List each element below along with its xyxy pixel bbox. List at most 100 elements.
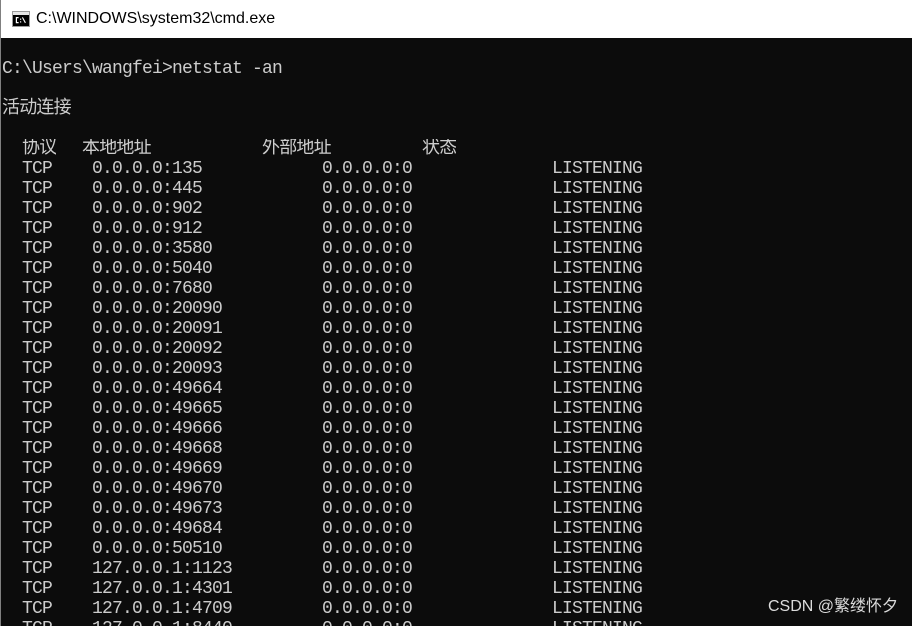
local-address-cell: 0.0.0.0:49684 <box>92 519 223 539</box>
local-address-cell: 0.0.0.0:49666 <box>92 419 223 439</box>
protocol-cell: TCP <box>22 299 53 319</box>
state-cell: LISTENING <box>552 179 643 199</box>
state-cell: LISTENING <box>552 399 643 419</box>
local-address-cell: 0.0.0.0:20093 <box>92 359 223 379</box>
protocol-cell: TCP <box>22 239 53 259</box>
protocol-cell: TCP <box>22 359 53 379</box>
local-address-cell: 127.0.0.1:4709 <box>92 599 233 619</box>
cmd-icon[interactable] <box>12 11 30 27</box>
local-address-cell: 0.0.0.0:49665 <box>92 399 223 419</box>
column-header-protocol: 协议 <box>22 139 57 159</box>
connection-row: TCP 0.0.0.0:49666 0.0.0.0:0 LISTENING <box>2 419 912 439</box>
window-title: C:\WINDOWS\system32\cmd.exe <box>36 10 276 27</box>
prompt: C:\Users\wangfei> <box>2 59 173 79</box>
protocol-cell: TCP <box>22 179 53 199</box>
connection-row: TCP 0.0.0.0:5040 0.0.0.0:0 LISTENING <box>2 259 912 279</box>
column-header-foreign-address: 外部地址 <box>262 139 331 159</box>
connection-row: TCP 0.0.0.0:135 0.0.0.0:0 LISTENING <box>2 159 912 179</box>
state-cell: LISTENING <box>552 219 643 239</box>
foreign-address-cell: 0.0.0.0:0 <box>322 599 413 619</box>
protocol-cell: TCP <box>22 619 52 626</box>
local-address-cell: 0.0.0.0:902 <box>92 199 203 219</box>
local-address-cell: 0.0.0.0:49664 <box>92 379 223 399</box>
connection-row: TCP 0.0.0.0:20093 0.0.0.0:0 LISTENING <box>2 359 912 379</box>
foreign-address-cell: 0.0.0.0:0 <box>322 419 413 439</box>
foreign-address-cell: 0.0.0.0:0 <box>322 199 413 219</box>
local-address-cell: 0.0.0.0:912 <box>92 219 203 239</box>
protocol-cell: TCP <box>22 259 53 279</box>
foreign-address-cell: 0.0.0.0:0 <box>322 279 413 299</box>
state-cell: LISTENING <box>552 459 643 479</box>
connection-table: TCP 0.0.0.0:135 0.0.0.0:0 LISTENING TCP 0.0.0… <box>2 159 912 626</box>
connection-row: TCP 0.0.0.0:49669 0.0.0.0:0 LISTENING <box>2 459 912 479</box>
foreign-address-cell: 0.0.0.0:0 <box>322 459 413 479</box>
state-cell: LISTENING <box>552 499 643 519</box>
connection-row: TCP 0.0.0.0:902 0.0.0.0:0 LISTENING <box>2 199 912 219</box>
cmd-window: C:\WINDOWS\system32\cmd.exe C:\Users\wan… <box>0 0 912 626</box>
connection-row: TCP 0.0.0.0:49665 0.0.0.0:0 LISTENING <box>2 399 912 419</box>
connection-row: TCP 0.0.0.0:20090 0.0.0.0:0 LISTENING <box>2 299 912 319</box>
foreign-address-cell: 0.0.0.0:0 <box>322 339 413 359</box>
state-cell: LISTENING <box>552 479 643 499</box>
local-address-cell: 0.0.0.0:49670 <box>92 479 223 499</box>
local-address-cell: 0.0.0.0:50510 <box>92 539 223 559</box>
protocol-cell: TCP <box>22 439 53 459</box>
local-address-cell: 0.0.0.0:20091 <box>92 319 223 339</box>
connection-row: TCP 0.0.0.0:20091 0.0.0.0:0 LISTENING <box>2 319 912 339</box>
watermark: CSDN @繁缕怀夕 <box>767 598 898 615</box>
protocol-cell: TCP <box>22 599 53 619</box>
protocol-cell: TCP <box>22 559 53 579</box>
state-cell: LISTENING <box>552 319 643 339</box>
foreign-address-cell: 0.0.0.0:0 <box>322 159 413 179</box>
state-cell: LISTENING <box>552 559 643 579</box>
connection-row: TCP 0.0.0.0:49670 0.0.0.0:0 LISTENING <box>2 479 912 499</box>
foreign-address-cell: 0.0.0.0:0 <box>322 179 413 199</box>
column-header-local-address: 本地地址 <box>82 139 151 159</box>
state-cell: LISTENING <box>552 579 643 599</box>
foreign-address-cell: 0.0.0.0:0 <box>322 539 413 559</box>
protocol-cell: TCP <box>22 539 53 559</box>
protocol-cell: TCP <box>22 199 53 219</box>
connection-row: TCP 0.0.0.0:49673 0.0.0.0:0 LISTENING <box>2 499 912 519</box>
connection-row: TCP 127.0.0.1:8440 0.0.0.0:0 LISTENING <box>2 619 912 626</box>
foreign-address-cell: 0.0.0.0:0 <box>322 359 413 379</box>
connection-row: TCP 0.0.0.0:49664 0.0.0.0:0 LISTENING <box>2 379 912 399</box>
foreign-address-cell: 0.0.0.0:0 <box>322 579 413 599</box>
local-address-cell: 0.0.0.0:135 <box>92 159 203 179</box>
connection-row: TCP 127.0.0.1:1123 0.0.0.0:0 LISTENING <box>2 559 912 579</box>
local-address-cell: 0.0.0.0:20090 <box>92 299 223 319</box>
protocol-cell: TCP <box>22 499 53 519</box>
foreign-address-cell: 0.0.0.0:0 <box>322 379 413 399</box>
state-cell: LISTENING <box>552 599 643 619</box>
local-address-cell: 0.0.0.0:7680 <box>92 279 213 299</box>
local-address-cell: 0.0.0.0:445 <box>92 179 203 199</box>
state-cell: LISTENING <box>552 239 643 259</box>
title-bar[interactable]: C:\WINDOWS\system32\cmd.exe <box>1 0 912 38</box>
connection-row: TCP 127.0.0.1:4301 0.0.0.0:0 LISTENING <box>2 579 912 599</box>
connection-row: TCP 0.0.0.0:912 0.0.0.0:0 LISTENING <box>2 219 912 239</box>
foreign-address-cell: 0.0.0.0:0 <box>322 559 413 579</box>
state-cell: LISTENING <box>552 339 643 359</box>
state-cell: LISTENING <box>552 419 643 439</box>
local-address-cell: 0.0.0.0:49673 <box>92 499 223 519</box>
state-cell: LISTENING <box>552 279 643 299</box>
table-header: 协议 本地地址 外部地址 状态 <box>2 139 912 159</box>
protocol-cell: TCP <box>22 279 53 299</box>
local-address-cell: 0.0.0.0:49669 <box>92 459 223 479</box>
protocol-cell: TCP <box>22 579 53 599</box>
local-address-cell: 127.0.0.1:4301 <box>92 579 233 599</box>
foreign-address-cell: 0.0.0.0:0 <box>322 479 413 499</box>
protocol-cell: TCP <box>22 339 53 359</box>
foreign-address-cell: 0.0.0.0:0 <box>322 439 413 459</box>
foreign-address-cell: 0.0.0.0:0 <box>322 399 413 419</box>
terminal-area[interactable]: C:\Users\wangfei>netstat -an 活动连接 协议 本地地… <box>1 38 912 626</box>
local-address-cell: 0.0.0.0:20092 <box>92 339 223 359</box>
local-address-cell: 0.0.0.0:3580 <box>92 239 213 259</box>
state-cell: LISTENING <box>552 159 643 179</box>
local-address-cell: 127.0.0.1:8440 <box>92 619 232 626</box>
foreign-address-cell: 0.0.0.0:0 <box>322 259 413 279</box>
foreign-address-cell: 0.0.0.0:0 <box>322 619 412 626</box>
connection-row: TCP 0.0.0.0:3580 0.0.0.0:0 LISTENING <box>2 239 912 259</box>
state-cell: LISTENING <box>552 379 643 399</box>
state-cell: LISTENING <box>552 519 643 539</box>
